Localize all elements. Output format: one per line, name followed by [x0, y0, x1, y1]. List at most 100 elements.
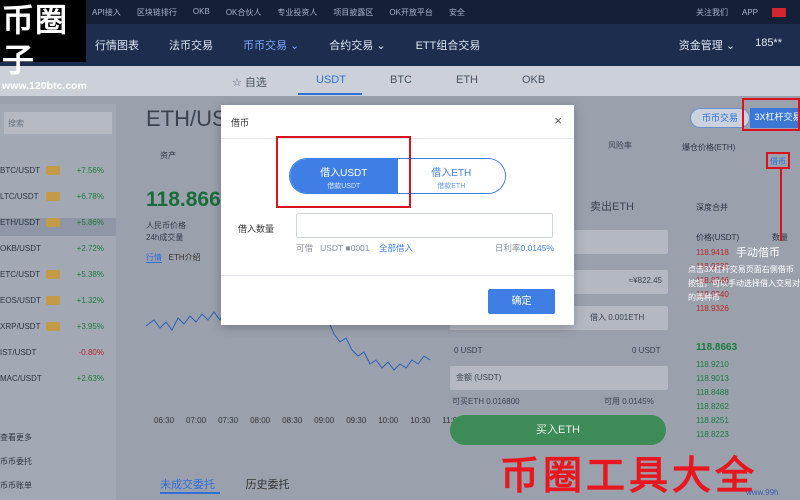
amount-input[interactable]: 金额 (USDT)	[450, 366, 668, 390]
tab-eth[interactable]: ETH	[456, 74, 478, 86]
follow-us-link[interactable]: 关注我们	[696, 7, 728, 18]
coin-orders-link[interactable]: 币币委托	[0, 456, 32, 467]
ask-price[interactable]: 118.9326	[696, 304, 729, 313]
pair-change: +1.32%	[76, 296, 104, 305]
nav-item[interactable]: ETT组合交易	[416, 37, 481, 53]
top-right: 关注我们 APP	[696, 7, 800, 18]
nav-item[interactable]: 币币交易 ⌄	[243, 37, 299, 53]
nav-item[interactable]: 行情图表	[95, 37, 139, 53]
pair-row[interactable]: EOS/USDT +1.32%	[0, 296, 116, 314]
view-more-link[interactable]: 查看更多	[0, 432, 32, 443]
app-link[interactable]: APP	[742, 8, 758, 17]
nav-item[interactable]: 合约交易 ⌄	[329, 37, 385, 53]
borrow-amount-input[interactable]	[296, 213, 553, 238]
mid-price: 118.8663	[696, 342, 738, 353]
time-tick: 06:30	[154, 416, 175, 425]
pair-name: ETH/USDT	[0, 218, 40, 227]
tab-market[interactable]: 行情	[146, 253, 162, 263]
top-link[interactable]: 专业投资人	[277, 7, 317, 18]
liquidation-price-label: 爆仓价格(ETH)	[682, 143, 736, 152]
main-nav: 行情图表 法币交易 币币交易 ⌄ 合约交易 ⌄ ETT组合交易 资金管理 ⌄ 185**	[0, 24, 800, 66]
leverage-badge	[46, 192, 60, 201]
pair-row[interactable]: XRP/USDT +3.95%	[0, 322, 116, 340]
nav-item[interactable]: 法币交易	[169, 37, 213, 53]
pair-change: +2.63%	[76, 374, 104, 383]
pair-name: EOS/USDT	[0, 296, 41, 305]
pair-change: +5.38%	[76, 270, 104, 279]
pair-name: IST/USDT	[0, 348, 37, 357]
pair-list: 搜索 BTC/USDT +7.56% LTC/USDT +6.78% ETH/USDT +…	[0, 104, 116, 500]
bid-price[interactable]: 118.9210	[696, 360, 729, 369]
sell-eth-tab[interactable]: 卖出ETH	[590, 198, 634, 214]
ask-price[interactable]: 118.9418	[696, 248, 729, 257]
pair-search-input[interactable]: 搜索	[4, 112, 112, 134]
bid-price[interactable]: 118.8262	[696, 402, 729, 411]
time-tick: 08:30	[282, 416, 303, 425]
bid-price[interactable]: 118.9013	[696, 374, 729, 383]
watermark-url: www.99h	[746, 488, 779, 497]
time-axis: 06:30 07:00 07:30 08:00 08:30 09:00 09:30 10:00…	[154, 416, 457, 425]
borrowable-info: 可借 USDT ■0001 全部借入	[296, 242, 413, 254]
coin-bills-link[interactable]: 币币账单	[0, 480, 32, 491]
bid-price[interactable]: 118.8223	[696, 430, 729, 439]
pair-name: LTC/USDT	[0, 192, 39, 201]
fund-management-menu[interactable]: 资金管理 ⌄	[679, 37, 735, 53]
top-link[interactable]: 区块链排行	[137, 7, 177, 18]
pair-change: +7.56%	[76, 166, 104, 175]
tab-okb[interactable]: OKB	[522, 74, 545, 86]
close-icon[interactable]: ×	[554, 113, 562, 128]
price-value: ≈¥822.45	[628, 276, 662, 285]
tab-eth-intro[interactable]: ETH介绍	[169, 253, 201, 262]
tab-btc[interactable]: BTC	[390, 74, 412, 86]
pair-row[interactable]: OKB/USDT +2.72%	[0, 244, 116, 262]
borrow-eth-option[interactable]: 借入ETH 借款ETH	[397, 159, 505, 193]
time-tick: 10:30	[410, 416, 431, 425]
top-link[interactable]: 项目披露区	[333, 7, 373, 18]
coin-trade-button[interactable]: 币币交易	[690, 108, 750, 128]
bid-price[interactable]: 118.8251	[696, 416, 729, 425]
available-eth: 可买ETH 0.016800	[452, 397, 520, 406]
logo-url: www.120btc.com	[2, 80, 87, 92]
pair-row[interactable]: ETC/USDT +5.38%	[0, 270, 116, 288]
daily-rate: 日利率0.0145%	[495, 242, 554, 254]
pair-row[interactable]: BTC/USDT +7.56%	[0, 166, 116, 184]
china-flag-icon[interactable]	[772, 7, 786, 17]
tab-favorites[interactable]: ☆ 自选	[232, 74, 267, 90]
top-links: API接入 区块链排行 OKB OK合伙人 专业投资人 项目披露区 OK开放平台 安全	[92, 7, 465, 18]
bid-price[interactable]: 118.8488	[696, 388, 729, 397]
pair-change: -0.80%	[78, 348, 104, 357]
top-link[interactable]: OK合伙人	[226, 7, 262, 18]
usdt-min-label: 0 USDT	[454, 346, 483, 355]
buy-eth-button[interactable]: 买入ETH	[450, 415, 666, 445]
pair-row[interactable]: IST/USDT -0.80%	[0, 348, 116, 366]
pair-name: BTC/USDT	[0, 166, 40, 175]
user-menu[interactable]: 185**	[755, 37, 782, 53]
logo-text: 币圈子	[2, 2, 69, 78]
confirm-button[interactable]: 确定	[488, 289, 555, 314]
price-col-header: 价格(USDT)	[696, 233, 740, 242]
borrow-eth-sublabel: 借款ETH	[437, 183, 466, 190]
pair-row[interactable]: MAC/USDT +2.63%	[0, 374, 116, 392]
pair-row[interactable]: LTC/USDT +6.78%	[0, 192, 116, 210]
tab-order-history[interactable]: 历史委托	[246, 479, 290, 491]
pair-change: +3.95%	[76, 322, 104, 331]
borrow-amount-label: 借入数量	[238, 224, 275, 234]
daily-rate-value: 0.0145%	[520, 243, 554, 253]
top-link[interactable]: API接入	[92, 7, 121, 18]
borrow-highlight-box	[766, 152, 790, 169]
top-link[interactable]: OKB	[193, 7, 210, 18]
available-rate: 可用 0.0145%	[604, 397, 654, 406]
tab-open-orders[interactable]: 未成交委托	[160, 479, 215, 491]
borrow-hint: 借入 0.001ETH	[590, 313, 645, 322]
top-link[interactable]: 安全	[449, 7, 465, 18]
pair-row[interactable]: ETH/USDT +5.86%	[0, 218, 116, 236]
order-tab-underline	[160, 492, 220, 494]
annotation-title: 手动借币	[736, 247, 780, 259]
time-tick: 09:30	[346, 416, 367, 425]
top-link[interactable]: OK开放平台	[389, 7, 433, 18]
depth-merge-label[interactable]: 深度合并	[696, 202, 728, 213]
pair-name: XRP/USDT	[0, 322, 41, 331]
borrow-all-link[interactable]: 全部借入	[379, 243, 413, 253]
tab-usdt[interactable]: USDT	[316, 74, 346, 86]
pair-name: ETC/USDT	[0, 270, 40, 279]
